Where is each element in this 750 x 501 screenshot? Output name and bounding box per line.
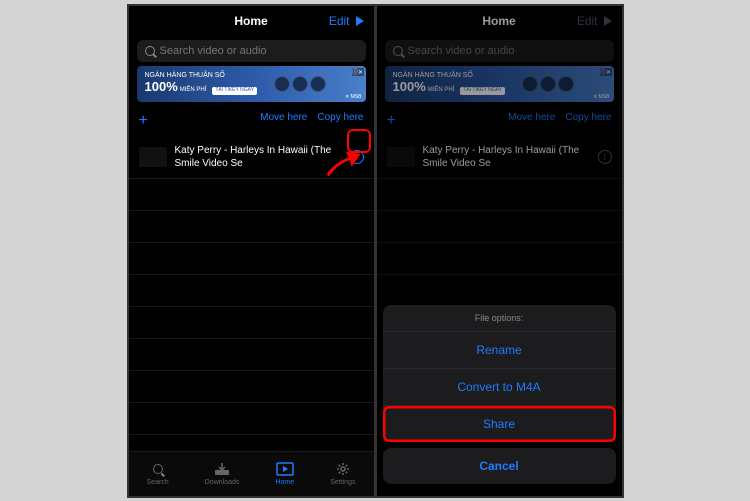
banner-badge: TẢI TIKEY NGAY xyxy=(212,87,257,95)
list-item xyxy=(129,179,374,211)
share-button[interactable]: Share xyxy=(383,406,616,442)
tab-downloads[interactable]: Downloads xyxy=(205,461,240,486)
tab-home[interactable]: Home xyxy=(275,461,294,486)
convert-button[interactable]: Convert to M4A xyxy=(383,369,616,406)
play-icon[interactable] xyxy=(356,16,364,26)
tab-bar: Search Downloads Home Settings xyxy=(129,451,374,496)
list-item[interactable]: Katy Perry - Harleys In Hawaii (The Smil… xyxy=(129,136,374,179)
search-input[interactable] xyxy=(160,45,358,57)
thumbnail xyxy=(139,147,167,167)
list-item xyxy=(129,339,374,371)
banner-sub: MIỄN PHÍ xyxy=(180,87,207,93)
header-title: Home xyxy=(234,14,267,28)
search-bar[interactable] xyxy=(137,40,366,62)
phone-right: Home Edit NGÀN HÀNG THUẬN SỐ 100% MIỄN P… xyxy=(377,6,622,496)
action-sheet: File options: Rename Convert to M4A Shar… xyxy=(377,299,622,496)
list-item xyxy=(129,403,374,435)
info-icon[interactable]: i xyxy=(350,150,364,164)
ad-banner[interactable]: NGÀN HÀNG THUẬN SỐ 100% MIỄN PHÍ TẢI TIK… xyxy=(137,66,366,102)
item-title: Katy Perry - Harleys In Hawaii (The Smil… xyxy=(175,144,342,170)
add-button[interactable]: + xyxy=(139,112,148,130)
header: Home Edit xyxy=(129,6,374,36)
home-icon xyxy=(276,461,294,477)
list-item xyxy=(129,211,374,243)
tab-search[interactable]: Search xyxy=(147,461,169,486)
downloads-icon xyxy=(213,461,231,477)
list-item xyxy=(129,275,374,307)
phone-left: Home Edit NGÀN HÀNG THUẬN SỐ 100% MIỄN P… xyxy=(129,6,374,496)
copy-here-button[interactable]: Copy here xyxy=(317,112,363,130)
move-here-button[interactable]: Move here xyxy=(260,112,307,130)
banner-close-icon[interactable]: ⓘ✕ xyxy=(352,68,364,76)
search-icon xyxy=(149,461,167,477)
list-item xyxy=(129,371,374,403)
tab-settings[interactable]: Settings xyxy=(330,461,355,486)
banner-percent: 100% xyxy=(145,79,178,94)
rename-button[interactable]: Rename xyxy=(383,332,616,369)
gear-icon xyxy=(334,461,352,477)
sheet-title: File options: xyxy=(383,305,616,332)
search-icon xyxy=(145,46,155,56)
list-item xyxy=(129,243,374,275)
list-item xyxy=(129,307,374,339)
action-row: + Move here Copy here xyxy=(129,106,374,136)
edit-button[interactable]: Edit xyxy=(329,14,350,28)
cancel-button[interactable]: Cancel xyxy=(383,448,616,484)
banner-brand: ✕ MSB xyxy=(345,94,361,100)
